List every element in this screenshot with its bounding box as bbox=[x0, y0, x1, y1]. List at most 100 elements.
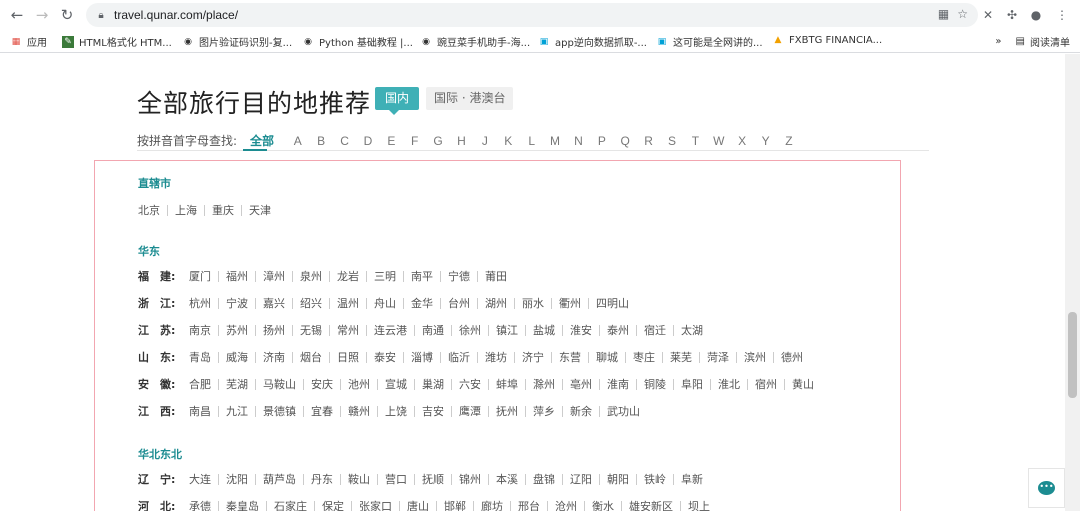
city-link[interactable]: 苏州 bbox=[226, 322, 248, 338]
pinyin-letter-n[interactable]: N bbox=[567, 134, 590, 148]
city-link[interactable]: 廊坊 bbox=[481, 498, 503, 511]
city-link[interactable]: 宣城 bbox=[385, 376, 407, 392]
city-link[interactable]: 淮南 bbox=[607, 376, 629, 392]
city-link[interactable]: 淮北 bbox=[718, 376, 740, 392]
pinyin-letter-d[interactable]: D bbox=[356, 134, 379, 148]
pinyin-letter-q[interactable]: Q bbox=[614, 134, 637, 148]
pinyin-letter-c[interactable]: C bbox=[333, 134, 356, 148]
city-link[interactable]: 泉州 bbox=[300, 268, 322, 284]
city-link[interactable]: 莆田 bbox=[485, 268, 507, 284]
pinyin-letter-j[interactable]: J bbox=[473, 134, 496, 148]
city-link[interactable]: 抚顺 bbox=[422, 471, 444, 487]
city-link[interactable]: 太湖 bbox=[681, 322, 703, 338]
star-icon[interactable]: ☆ bbox=[957, 7, 968, 21]
forward-arrow-icon[interactable]: → bbox=[31, 4, 53, 26]
city-link[interactable]: 聊城 bbox=[596, 349, 618, 365]
pinyin-letter-z[interactable]: Z bbox=[777, 134, 800, 148]
city-link[interactable]: 衡水 bbox=[592, 498, 614, 511]
pinyin-letter-a[interactable]: A bbox=[286, 134, 309, 148]
city-link[interactable]: 济南 bbox=[263, 349, 285, 365]
city-link[interactable]: 丽水 bbox=[522, 295, 544, 311]
city-link[interactable]: 合肥 bbox=[189, 376, 211, 392]
city-link[interactable]: 唐山 bbox=[407, 498, 429, 511]
city-link[interactable]: 秦皇岛 bbox=[226, 498, 259, 511]
city-link[interactable]: 保定 bbox=[322, 498, 344, 511]
city-link[interactable]: 台州 bbox=[448, 295, 470, 311]
city-link[interactable]: 嘉兴 bbox=[263, 295, 285, 311]
city-link[interactable]: 九江 bbox=[226, 403, 248, 419]
scrollbar[interactable] bbox=[1065, 54, 1080, 511]
pinyin-letter-y[interactable]: Y bbox=[754, 134, 777, 148]
city-link[interactable]: 鹰潭 bbox=[459, 403, 481, 419]
city-link[interactable]: 龙岩 bbox=[337, 268, 359, 284]
city-link[interactable]: 泰州 bbox=[607, 322, 629, 338]
pinyin-letter-l[interactable]: L bbox=[520, 134, 543, 148]
city-link[interactable]: 六安 bbox=[459, 376, 481, 392]
city-link[interactable]: 重庆 bbox=[212, 202, 234, 218]
city-link[interactable]: 芜湖 bbox=[226, 376, 248, 392]
bookmark-python[interactable]: ◉ Python 基础教程 |... bbox=[302, 34, 413, 50]
city-link[interactable]: 沈阳 bbox=[226, 471, 248, 487]
pinyin-letter-h[interactable]: H bbox=[450, 134, 473, 148]
city-link[interactable]: 淄博 bbox=[411, 349, 433, 365]
city-link[interactable]: 南昌 bbox=[189, 403, 211, 419]
bookmarks-more-button[interactable]: » bbox=[995, 36, 1001, 47]
city-link[interactable]: 新余 bbox=[570, 403, 592, 419]
pinyin-letter-g[interactable]: G bbox=[426, 134, 449, 148]
city-link[interactable]: 舟山 bbox=[374, 295, 396, 311]
city-link[interactable]: 无锡 bbox=[300, 322, 322, 338]
city-link[interactable]: 南平 bbox=[411, 268, 433, 284]
city-link[interactable]: 泰安 bbox=[374, 349, 396, 365]
city-link[interactable]: 马鞍山 bbox=[263, 376, 296, 392]
city-link[interactable]: 烟台 bbox=[300, 349, 322, 365]
tab-domestic[interactable]: 国内 bbox=[375, 87, 420, 115]
city-link[interactable]: 铁岭 bbox=[644, 471, 666, 487]
city-link[interactable]: 阜阳 bbox=[681, 376, 703, 392]
pinyin-letter-s[interactable]: S bbox=[660, 134, 683, 148]
city-link[interactable]: 德州 bbox=[781, 349, 803, 365]
city-link[interactable]: 葫芦岛 bbox=[263, 471, 296, 487]
city-link[interactable]: 莱芜 bbox=[670, 349, 692, 365]
city-link[interactable]: 青岛 bbox=[189, 349, 211, 365]
city-link[interactable]: 上饶 bbox=[385, 403, 407, 419]
city-link[interactable]: 东营 bbox=[559, 349, 581, 365]
city-link[interactable]: 武功山 bbox=[607, 403, 640, 419]
city-link[interactable]: 盐城 bbox=[533, 322, 555, 338]
city-link[interactable]: 福州 bbox=[226, 268, 248, 284]
city-link[interactable]: 蚌埠 bbox=[496, 376, 518, 392]
reload-icon[interactable]: ↻ bbox=[56, 4, 78, 26]
city-link[interactable]: 张家口 bbox=[359, 498, 392, 511]
city-link[interactable]: 日照 bbox=[337, 349, 359, 365]
scrollbar-thumb[interactable] bbox=[1068, 312, 1077, 398]
city-link[interactable]: 池州 bbox=[348, 376, 370, 392]
city-link[interactable]: 沧州 bbox=[555, 498, 577, 511]
city-link[interactable]: 宿迁 bbox=[644, 322, 666, 338]
city-link[interactable]: 金华 bbox=[411, 295, 433, 311]
bookmark-fxbtg[interactable]: ▲ FXBTG FINANCIA... bbox=[772, 34, 883, 46]
city-link[interactable]: 石家庄 bbox=[274, 498, 307, 511]
city-link[interactable]: 天津 bbox=[249, 202, 271, 218]
city-link[interactable]: 黄山 bbox=[792, 376, 814, 392]
puzzle-extensions-icon[interactable]: ✣ bbox=[1002, 5, 1022, 25]
city-link[interactable]: 朝阳 bbox=[607, 471, 629, 487]
back-arrow-icon[interactable]: ← bbox=[6, 4, 28, 26]
city-link[interactable]: 抚州 bbox=[496, 403, 518, 419]
city-link[interactable]: 徐州 bbox=[459, 322, 481, 338]
city-link[interactable]: 济宁 bbox=[522, 349, 544, 365]
city-link[interactable]: 衢州 bbox=[559, 295, 581, 311]
city-link[interactable]: 湖州 bbox=[485, 295, 507, 311]
city-link[interactable]: 上海 bbox=[175, 202, 197, 218]
city-link[interactable]: 滁州 bbox=[533, 376, 555, 392]
profile-avatar-icon[interactable]: ● bbox=[1026, 5, 1046, 25]
city-link[interactable]: 宁德 bbox=[448, 268, 470, 284]
menu-dots-icon[interactable]: ⋮ bbox=[1052, 5, 1072, 25]
city-link[interactable]: 亳州 bbox=[570, 376, 592, 392]
city-link[interactable]: 三明 bbox=[374, 268, 396, 284]
city-link[interactable]: 潍坊 bbox=[485, 349, 507, 365]
city-link[interactable]: 安庆 bbox=[311, 376, 333, 392]
city-link[interactable]: 大连 bbox=[189, 471, 211, 487]
city-link[interactable]: 四明山 bbox=[596, 295, 629, 311]
city-link[interactable]: 邯郸 bbox=[444, 498, 466, 511]
tab-international[interactable]: 国际 · 港澳台 bbox=[426, 87, 514, 110]
city-link[interactable]: 鞍山 bbox=[348, 471, 370, 487]
